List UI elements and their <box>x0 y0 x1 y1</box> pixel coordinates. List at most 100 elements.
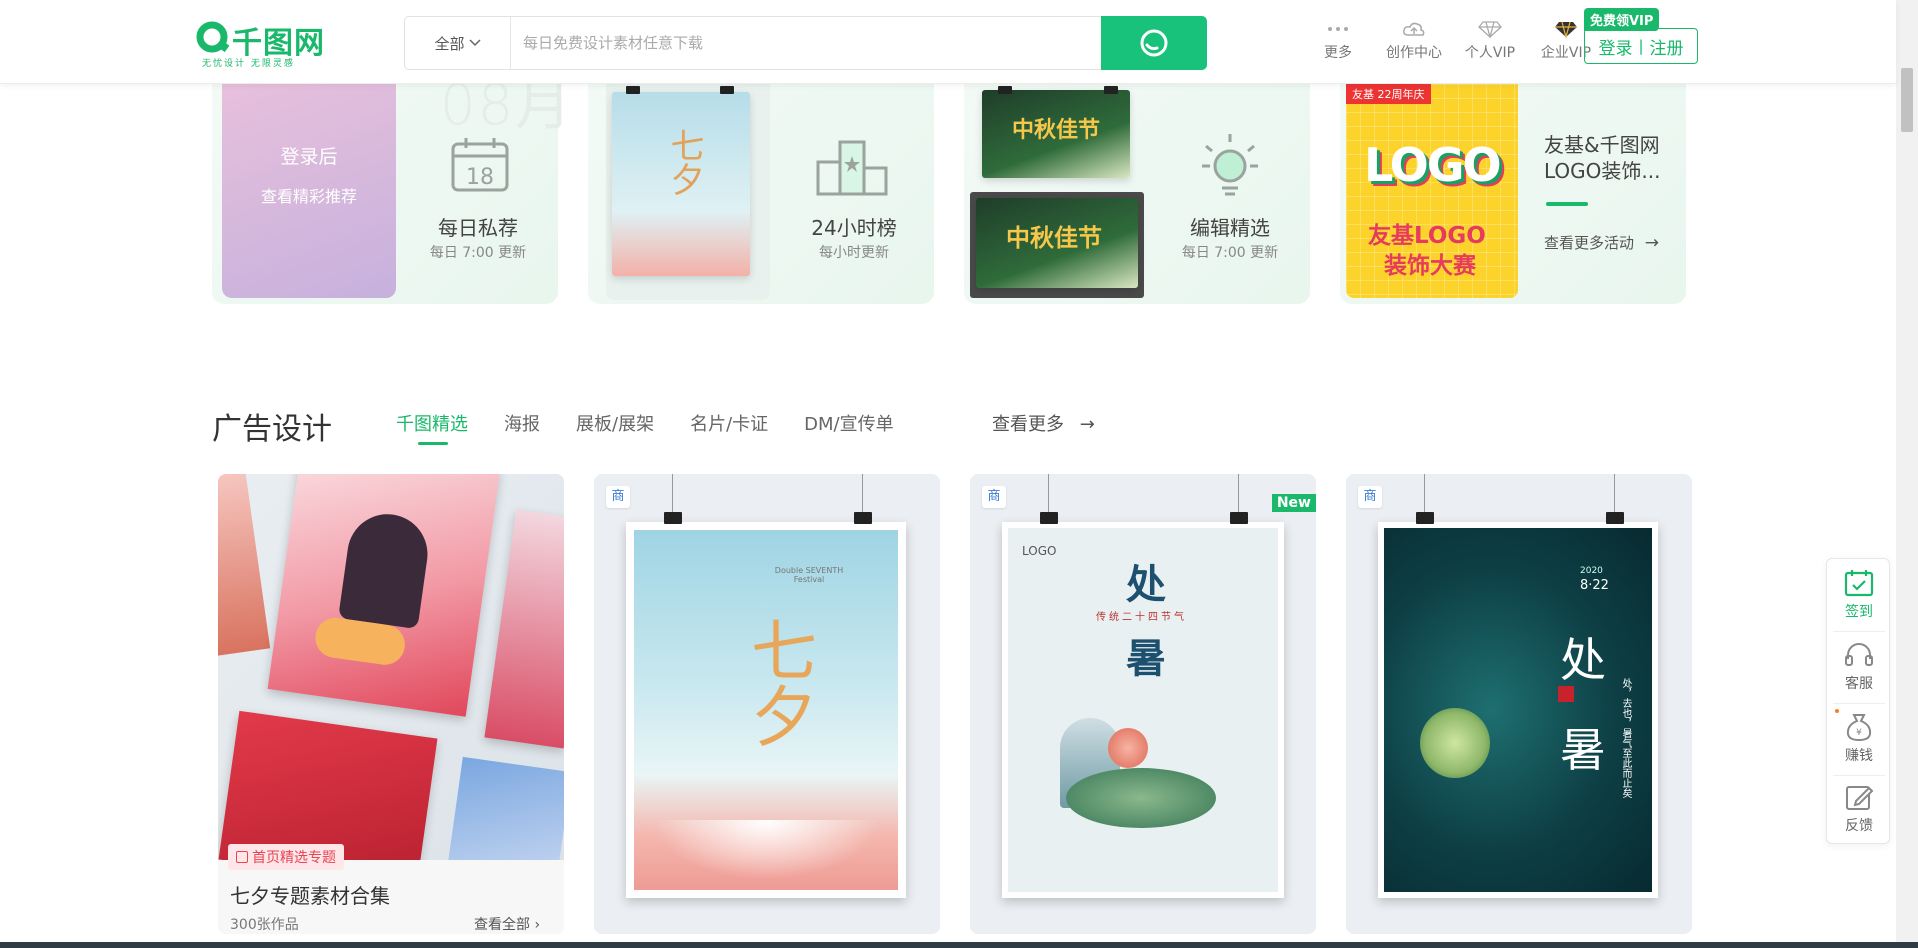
topic-icon <box>236 851 248 863</box>
logo-slogan: 无忧设计 无限灵感 <box>202 59 295 69</box>
nav-more-label: 更多 <box>1324 45 1352 61</box>
event-image[interactable]: 友基 22周年庆 LOGO 友基LOGO 装饰大赛 <box>1346 84 1518 298</box>
chushu-light-art: LOGO 处 传统二十四节气 暑 <box>1008 528 1278 892</box>
collage-couple-figure <box>338 509 433 630</box>
tab-business-card[interactable]: 名片/卡证 <box>690 410 768 436</box>
logo-mark-icon <box>196 21 230 53</box>
svg-text:¥: ¥ <box>1856 728 1862 738</box>
feature-badge-label: 首页精选专题 <box>252 850 336 866</box>
zhongqiu-text-1: 中秋佳节 <box>1012 118 1101 143</box>
feature-see-all-link[interactable]: 查看全部 › <box>474 914 540 934</box>
login-register: 登录 | 注册 <box>1584 28 1698 64</box>
editor-pick-title: 编辑精选 <box>1190 216 1270 240</box>
event-more-link[interactable]: 查看更多活动 → <box>1544 232 1659 253</box>
register-link[interactable]: 注册 <box>1650 34 1684 59</box>
money-bag-icon: ¥ <box>1846 714 1872 741</box>
arrow-right-icon: → <box>1079 414 1095 435</box>
event-underline <box>1546 202 1588 206</box>
chushu-poster-dark: 2020 8·22 处 暑 处，去也，暑气至此而止矣 <box>1378 522 1658 898</box>
hourly-rank-title: 24小时榜 <box>811 216 897 240</box>
lightbulb-icon <box>1202 134 1258 196</box>
tab-display-board[interactable]: 展板/展架 <box>576 410 654 436</box>
site-logo[interactable]: 千图网 无忧设计 无限灵感 <box>196 18 336 69</box>
clip <box>1040 512 1058 524</box>
chushu-dark-char-2: 暑 <box>1560 723 1606 777</box>
chushu-dark-char-1: 处 <box>1560 633 1606 687</box>
earn-money-button[interactable]: ¥ 赚钱 <box>1827 703 1891 775</box>
edit-icon <box>1846 786 1874 810</box>
event-title[interactable]: 友基&千图网LOGO装饰... <box>1544 132 1684 184</box>
clip <box>1606 512 1624 524</box>
feature-title[interactable]: 七夕专题素材合集 <box>230 880 390 909</box>
customer-service-label: 客服 <box>1845 676 1873 692</box>
checkin-calendar-icon <box>1844 570 1874 597</box>
new-badge: New <box>1271 494 1316 512</box>
feature-topic-card[interactable]: 首页精选专题 七夕专题素材合集 300张作品 查看全部 › <box>218 474 564 934</box>
chushu-dark-art: 2020 8·22 处 暑 处，去也，暑气至此而止矣 <box>1384 528 1652 892</box>
event-image-tag: 友基 22周年庆 <box>1346 84 1431 104</box>
nav-more[interactable]: 更多 <box>1300 20 1376 70</box>
podium-icon <box>816 140 888 196</box>
qixi-poster: Double SEVENTH Festival 七夕 <box>626 522 906 898</box>
tab-poster[interactable]: 海报 <box>504 410 540 436</box>
nav-personal-vip-label: 个人VIP <box>1464 45 1516 61</box>
login-panel[interactable]: 登录后 查看精彩推荐 <box>222 84 396 298</box>
login-link[interactable]: 登录 <box>1598 34 1632 59</box>
poster-card[interactable]: 商 New LOGO 处 传统二十四节气 暑 <box>970 474 1316 934</box>
see-more-label: 查看更多 <box>992 414 1064 435</box>
event-more-label: 查看更多活动 <box>1544 234 1635 252</box>
hang-string <box>672 474 673 516</box>
daily-rec-subtitle: 每日 7:00 更新 <box>429 245 527 261</box>
search-category-label: 全部 <box>434 34 465 53</box>
poster-card[interactable]: 商 Double SEVENTH Festival 七夕 <box>594 474 940 934</box>
event-image-caption-2: 装饰大赛 <box>1384 253 1476 279</box>
hang-string <box>1238 474 1239 516</box>
bottom-edge <box>0 942 1918 948</box>
chushu-poster-light: LOGO 处 传统二十四节气 暑 <box>1002 522 1284 898</box>
upload-cloud-icon <box>1403 22 1425 36</box>
nav-personal-vip[interactable]: 个人VIP <box>1452 20 1528 70</box>
customer-service-button[interactable]: 客服 <box>1827 631 1891 703</box>
hourly-rank-subtitle: 每小时更新 <box>819 245 889 261</box>
clip <box>664 512 682 524</box>
section-see-more[interactable]: 查看更多 → <box>992 410 1095 436</box>
search-category-select[interactable]: 全部 <box>405 17 511 69</box>
checkin-button[interactable]: 签到 <box>1827 559 1891 631</box>
clip <box>1104 86 1118 94</box>
hang-string <box>1048 474 1049 516</box>
clip <box>1416 512 1434 524</box>
login-panel-line1: 登录后 <box>280 146 338 168</box>
search-button[interactable] <box>1101 16 1207 70</box>
qixi-thumb-text: 七夕 <box>664 128 704 196</box>
section-tabs: 千图精选 海报 展板/展架 名片/卡证 DM/宣传单 <box>396 410 894 445</box>
daily-rec-title: 每日私荐 <box>438 216 518 240</box>
checkin-label: 签到 <box>1845 604 1873 620</box>
enterprise-diamond-icon <box>1555 21 1577 38</box>
qixi-clouds <box>634 820 898 890</box>
arrow-right-icon: → <box>1644 233 1660 253</box>
calendar-day: 18 <box>466 165 494 190</box>
headset-icon <box>1845 643 1873 666</box>
clip <box>626 86 640 94</box>
feedback-button[interactable]: 反馈 <box>1827 773 1891 845</box>
tab-dm-flyer[interactable]: DM/宣传单 <box>804 410 893 436</box>
hang-string <box>1424 474 1425 516</box>
collage-qixi-poster <box>267 474 501 717</box>
poster-card[interactable]: 商 2020 8·22 处 暑 处，去也，暑气至此而止矣 <box>1346 474 1692 934</box>
search-bar: 全部 <box>404 16 1207 70</box>
chushu-date: 8·22 <box>1580 578 1609 593</box>
feedback-label: 反馈 <box>1845 818 1873 834</box>
diamond-icon <box>1478 21 1502 38</box>
chushu-char-1: 处 <box>1126 562 1166 608</box>
clip <box>720 86 734 94</box>
zhongqiu-thumb-1: 中秋佳节 <box>982 90 1130 178</box>
search-input[interactable] <box>523 17 1083 69</box>
clip <box>854 512 872 524</box>
commercial-badge: 商 <box>982 486 1006 508</box>
hang-string <box>1614 474 1615 516</box>
tab-qiantu-selected[interactable]: 千图精选 <box>396 410 468 445</box>
event-image-caption-1: 友基LOGO <box>1368 223 1486 249</box>
scrollbar-thumb[interactable] <box>1901 68 1913 132</box>
nav-creator-center[interactable]: 创作中心 <box>1376 20 1452 70</box>
page-scrollbar[interactable] <box>1896 0 1918 948</box>
